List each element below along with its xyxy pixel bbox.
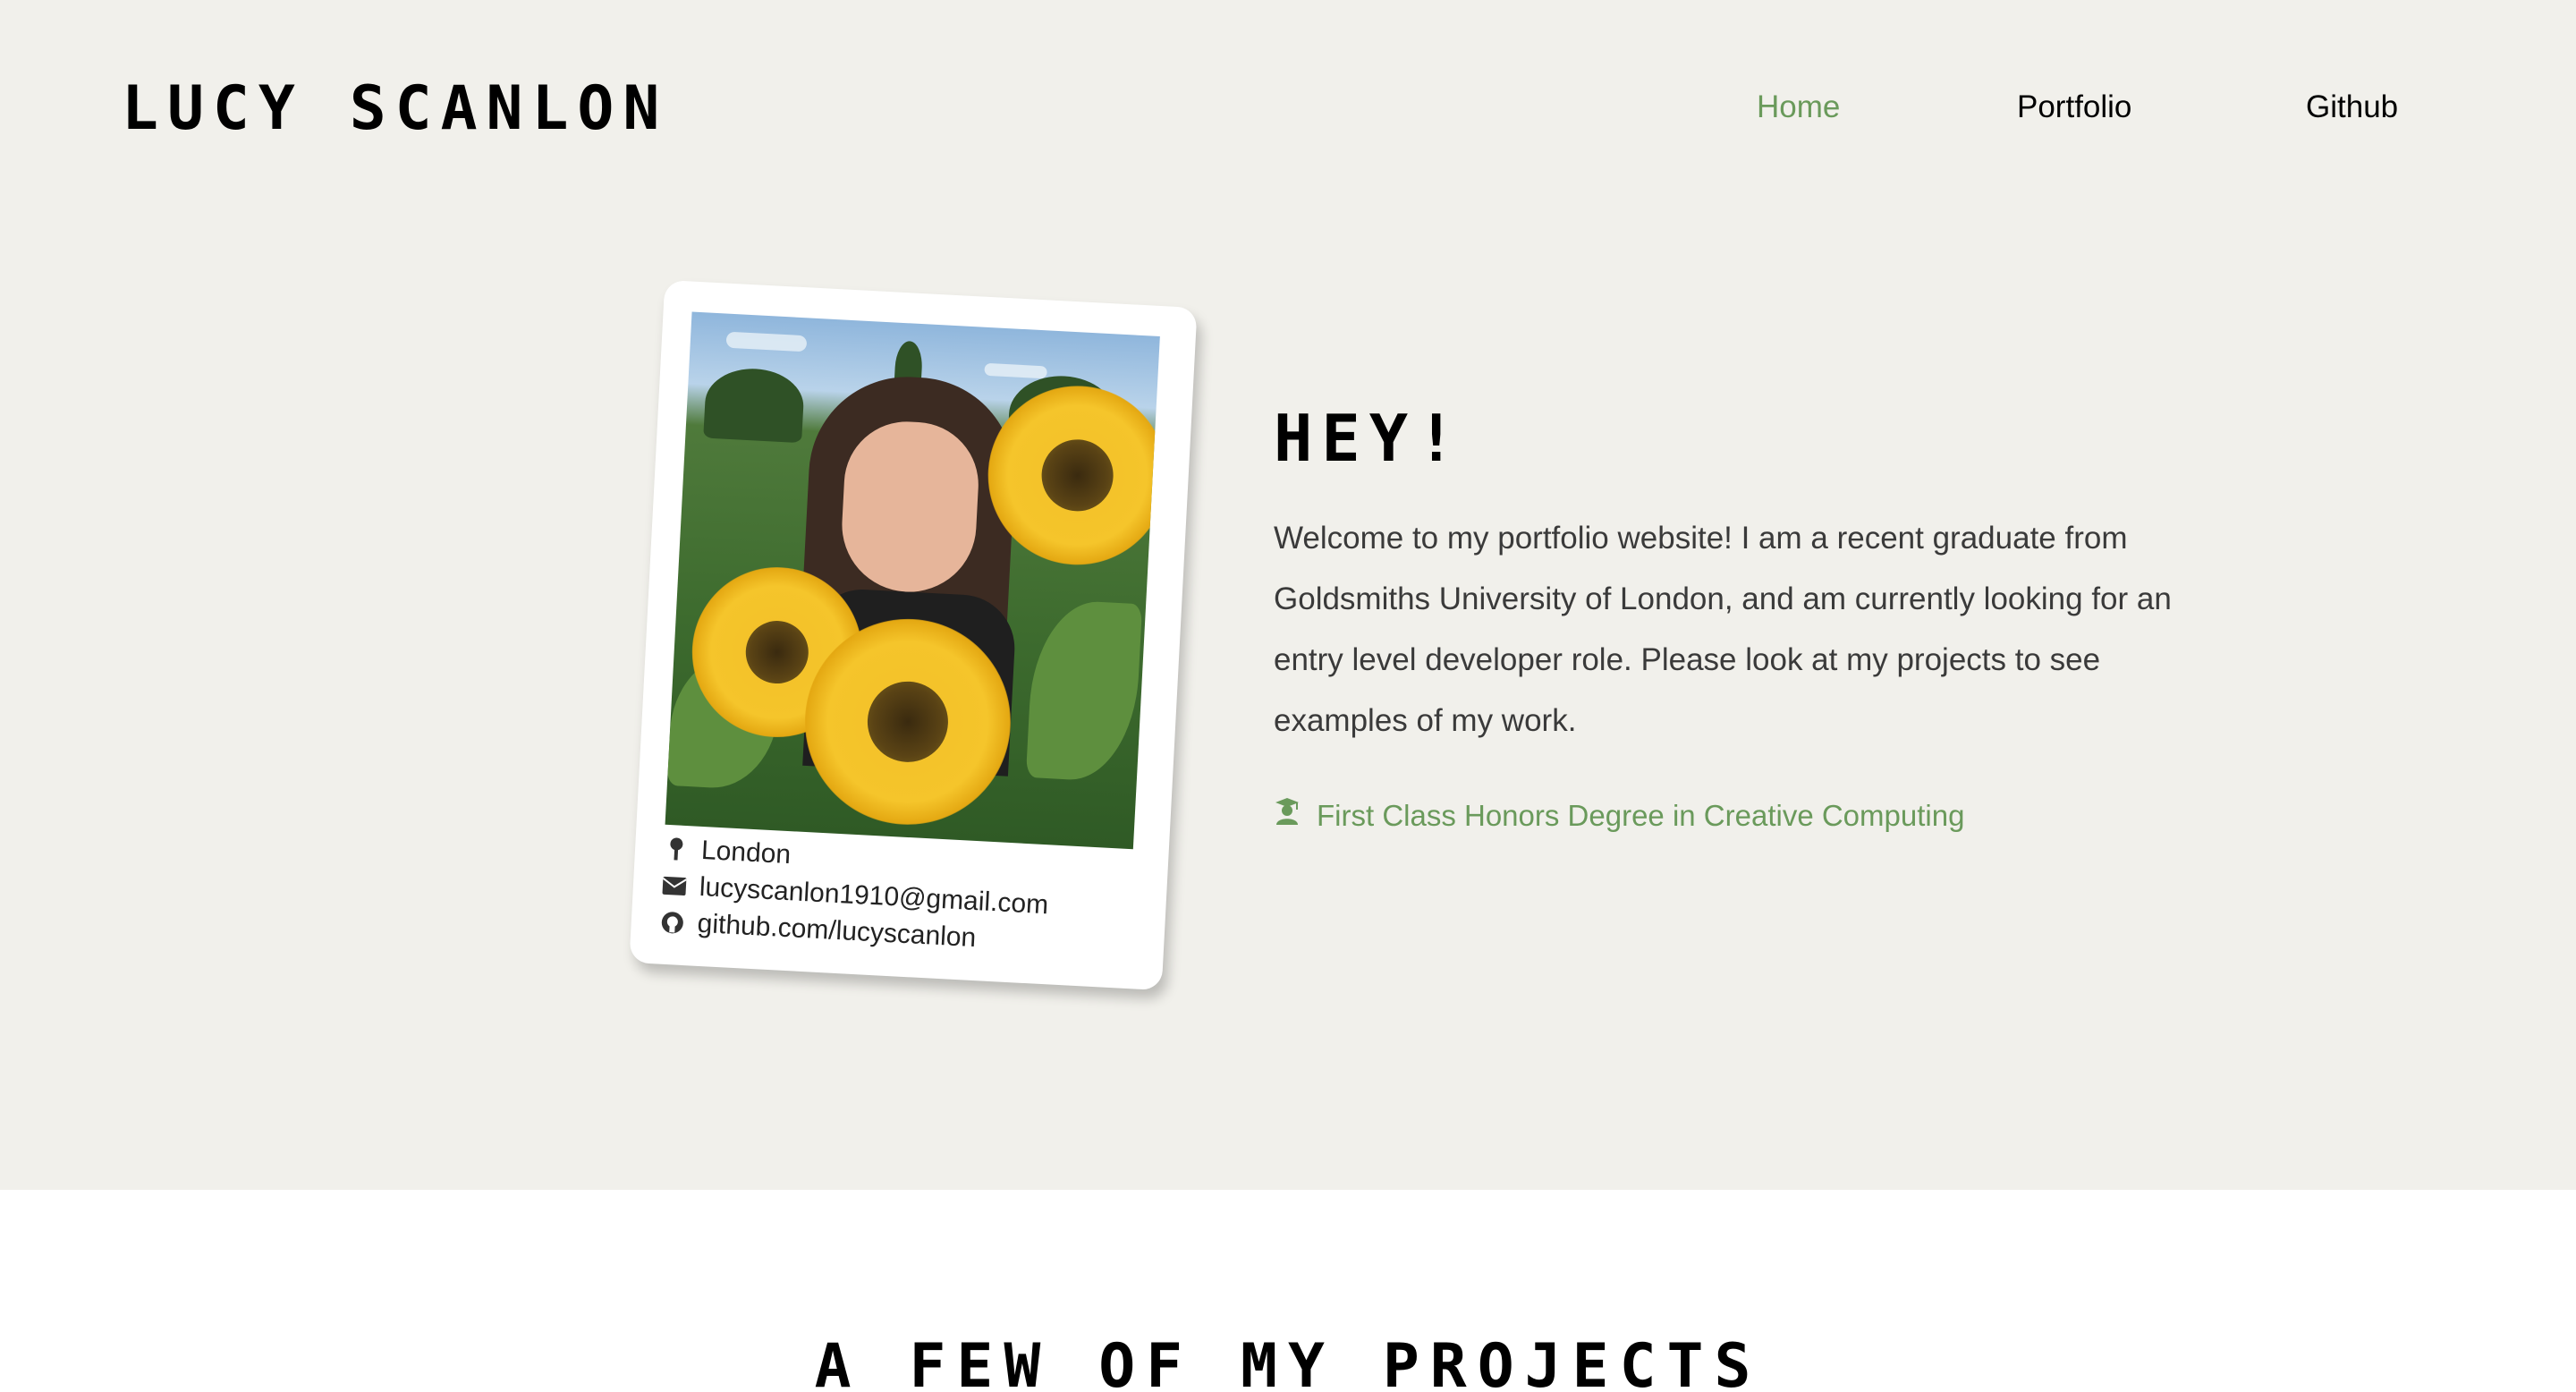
degree-text: First Class Honors Degree in Creative Co… bbox=[1317, 799, 1965, 832]
intro-heading: HEY! bbox=[1274, 401, 1465, 476]
hero-section: LUCY SCANLON Home Portfolio Github Londo… bbox=[0, 0, 2576, 1190]
profile-photo bbox=[665, 311, 1160, 850]
contact-details: London lucyscanlon1910@gmail.com github.… bbox=[659, 830, 1140, 965]
location-text: London bbox=[700, 835, 792, 870]
envelope-icon bbox=[661, 872, 687, 898]
map-pin-icon bbox=[663, 836, 689, 862]
profile-card: London lucyscanlon1910@gmail.com github.… bbox=[629, 279, 1198, 991]
nav-github-link[interactable]: Github bbox=[2306, 88, 2398, 127]
site-logo[interactable]: LUCY SCANLON bbox=[122, 77, 668, 141]
nav-home-link[interactable]: Home bbox=[1757, 88, 1840, 127]
projects-heading: A FEW OF MY PROJECTS bbox=[814, 1331, 1762, 1392]
nav-portfolio-link[interactable]: Portfolio bbox=[2017, 88, 2131, 127]
degree-info: First Class Honors Degree in Creative Co… bbox=[1274, 794, 1964, 837]
intro-paragraph: Welcome to my portfolio website! I am a … bbox=[1274, 521, 2172, 738]
graduate-icon bbox=[1274, 794, 1301, 837]
github-icon bbox=[659, 909, 685, 935]
